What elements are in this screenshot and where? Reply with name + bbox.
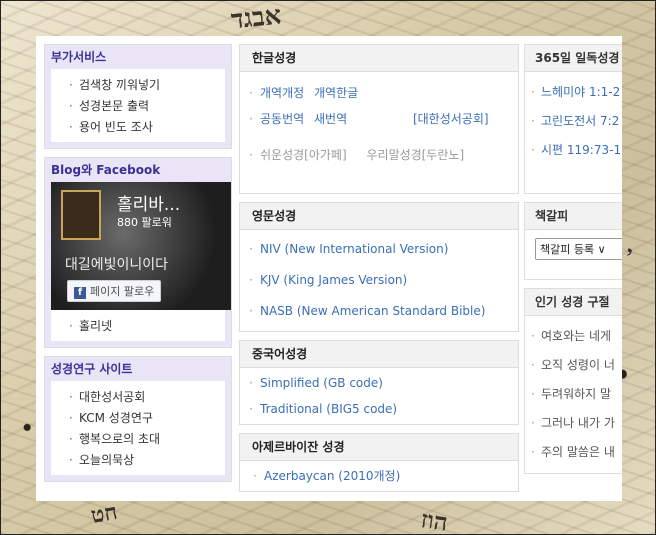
daily-reading-title: 365일 일독성경 — [525, 45, 622, 72]
facebook-page-widget[interactable]: 홀리바... 880 팔로워 대길에빛이니이다 f 페이지 팔로우 — [51, 182, 231, 310]
link-niv[interactable]: NIV (New International Version) — [248, 234, 510, 265]
main-content-panel: 부가서비스 검색창 끼워넣기 성경본문 출력 용어 빈도 조사 Blog와 Fa… — [36, 36, 622, 501]
bookmark-select[interactable]: 책갈피 등록 ∨ — [535, 238, 622, 260]
left-column: 부가서비스 검색창 끼워넣기 성경본문 출력 용어 빈도 조사 Blog와 Fa… — [44, 44, 232, 490]
background-script-decoration: חט — [88, 498, 120, 530]
korean-bible-box: 한글성경 개역개정 개역한글 공동번역 새번역 [대한성서공회] 쉬운성경[아가… — [239, 44, 519, 194]
korean-row-1: 개역개정 개역한글 — [248, 80, 510, 106]
research-box: 성경연구 사이트 대한성서공회 KCM 성경연구 행복으로의 초대 오늘의묵상 — [44, 356, 232, 482]
fb-follower-count: 880 팔로워 — [117, 216, 172, 229]
research-list: 대한성서공회 KCM 성경연구 행복으로의 초대 오늘의묵상 — [69, 387, 221, 471]
reading-link-3[interactable]: 시편 119:73-11 — [531, 136, 622, 165]
bookmark-box: 책갈피 책갈피 등록 ∨ — [524, 202, 622, 280]
publisher-label: [대한성서공회] — [412, 112, 489, 126]
link-common-translation[interactable]: 공동번역 — [260, 112, 304, 126]
english-bible-title: 영문성경 — [240, 203, 518, 230]
background-script-decoration: אבגד — [229, 0, 283, 36]
daily-reading-box: 365일 일독성경 느헤미야 1:1-2 고린도전서 7:2 시편 119:73… — [524, 44, 622, 194]
azerbaijani-bible-box: 아제르바이잔 성경 Azerbaycan (2010개정) — [239, 433, 519, 492]
service-link-word-frequency[interactable]: 용어 빈도 조사 — [69, 117, 221, 138]
korean-row-2: 공동번역 새번역 [대한성서공회] — [248, 106, 510, 132]
azerbaijani-bible-title: 아제르바이잔 성경 — [240, 434, 518, 461]
social-title: Blog와 Facebook — [51, 163, 161, 177]
popular-verse-5[interactable]: 주의 말씀은 내 — [531, 438, 622, 467]
screenshot-frame: אבגד הוז חט י 부가서비스 검색창 끼워넣기 성경본문 출력 용어 … — [0, 0, 656, 535]
popular-verse-2[interactable]: 오직 성령이 너 — [531, 351, 622, 380]
link-azerbaycan[interactable]: Azerbaycan (2010개정) — [252, 463, 510, 489]
popular-verse-3[interactable]: 두려워하지 말 — [531, 380, 622, 409]
fb-cover-text: 대길에빛이니이다 — [65, 257, 169, 273]
popular-verses-box: 인기 성경 구절 여호와는 네게 오직 성령이 너 두려워하지 말 그러나 내가… — [524, 288, 622, 474]
link-simplified[interactable]: Simplified (GB code) — [248, 370, 510, 396]
background-script-decoration: הוז — [419, 504, 450, 535]
service-link-search-embed[interactable]: 검색창 끼워넣기 — [69, 75, 221, 96]
english-bible-box: 영문성경 NIV (New International Version) KJV… — [239, 202, 519, 332]
korean-row-3: 쉬운성경[아가페] 우리말성경[두란노] — [248, 142, 510, 168]
link-kjv[interactable]: KJV (King James Version) — [248, 265, 510, 296]
research-link-meditation[interactable]: 오늘의묵상 — [69, 450, 221, 471]
korean-bible-title: 한글성경 — [240, 45, 518, 72]
link-revised-new[interactable]: 개역개정 — [260, 86, 304, 100]
popular-verses-title: 인기 성경 구절 — [525, 289, 622, 316]
social-box: Blog와 Facebook 홀리바... 880 팔로워 대길에빛이니이다 f… — [44, 157, 232, 348]
fb-page-name[interactable]: 홀리바... — [117, 190, 180, 215]
research-link-bible-society[interactable]: 대한성서공회 — [69, 387, 221, 408]
link-nasb[interactable]: NASB (New American Standard Bible) — [248, 296, 510, 327]
service-link-print[interactable]: 성경본문 출력 — [69, 96, 221, 117]
research-link-kcm[interactable]: KCM 성경연구 — [69, 408, 221, 429]
chinese-bible-title: 중국어성경 — [240, 341, 518, 368]
bookmark-title: 책갈피 — [525, 203, 622, 230]
link-new-translation[interactable]: 새번역 — [314, 112, 347, 126]
fb-follow-label: 페이지 팔로우 — [90, 285, 155, 298]
services-box: 부가서비스 검색창 끼워넣기 성경본문 출력 용어 빈도 조사 — [44, 44, 232, 149]
services-list: 검색창 끼워넣기 성경본문 출력 용어 빈도 조사 — [69, 75, 221, 138]
facebook-icon: f — [74, 287, 86, 299]
right-column: 365일 일독성경 느헤미야 1:1-2 고린도전서 7:2 시편 119:73… — [524, 44, 622, 482]
services-title: 부가서비스 — [51, 50, 107, 64]
popular-verse-1[interactable]: 여호와는 네게 — [531, 322, 622, 351]
chinese-bible-box: 중국어성경 Simplified (GB code) Traditional (… — [239, 340, 519, 425]
link-revised-korean[interactable]: 개역한글 — [314, 86, 358, 100]
research-title: 성경연구 사이트 — [51, 362, 133, 376]
link-holynet[interactable]: 홀리넷 — [69, 316, 221, 337]
reading-link-2[interactable]: 고린도전서 7:2 — [531, 107, 622, 136]
fb-follow-button[interactable]: f 페이지 팔로우 — [67, 280, 162, 302]
link-easy-bible[interactable]: 쉬운성경[아가페] — [260, 148, 347, 162]
popular-verse-4[interactable]: 그러나 내가 가 — [531, 409, 622, 438]
page-profile-image[interactable] — [61, 190, 101, 240]
middle-column: 한글성경 개역개정 개역한글 공동번역 새번역 [대한성서공회] 쉬운성경[아가… — [239, 44, 519, 500]
link-korean-bible[interactable]: 우리말성경[두란노] — [366, 148, 464, 162]
link-traditional[interactable]: Traditional (BIG5 code) — [248, 396, 510, 422]
research-link-invitation[interactable]: 행복으로의 초대 — [69, 429, 221, 450]
reading-link-1[interactable]: 느헤미야 1:1-2 — [531, 78, 622, 107]
